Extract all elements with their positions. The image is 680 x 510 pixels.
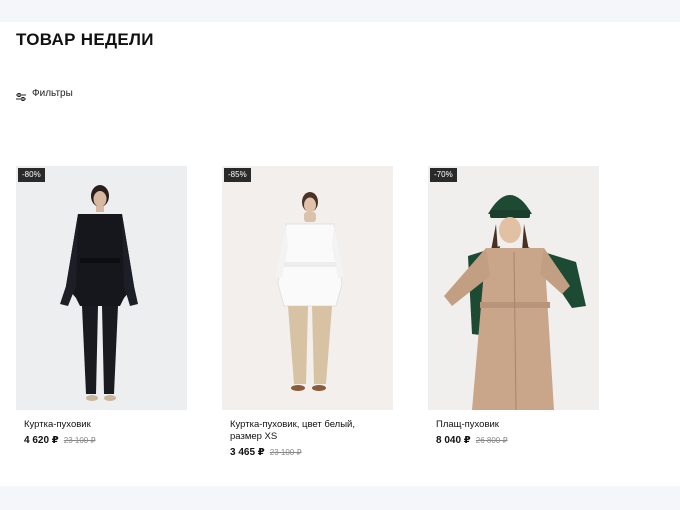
product-image[interactable]: -80%: [16, 166, 187, 410]
discount-badge: -70%: [430, 168, 457, 182]
product-prices: 4 620 ₽ 23 100 ₽: [16, 435, 187, 446]
product-price: 4 620 ₽: [24, 435, 59, 446]
filters-label: Фильтры: [32, 88, 73, 99]
product-name[interactable]: Куртка-пуховик, цвет белый, размер XS: [222, 419, 372, 443]
product-price: 3 465 ₽: [230, 447, 265, 458]
product-image[interactable]: -70%: [428, 166, 599, 410]
woman-white-puffer-jacket-image: [222, 166, 393, 410]
product-prices: 8 040 ₽ 26 800 ₽: [428, 435, 599, 446]
product-name[interactable]: Куртка-пуховик: [16, 419, 166, 431]
top-band: [0, 0, 680, 22]
woman-black-puffer-jacket-image: [16, 166, 187, 410]
product-card[interactable]: -80% Куртка-пуховик 4 620 ₽ 23 100 ₽: [16, 166, 187, 458]
sliders-icon: [16, 89, 26, 101]
woman-beige-coat-green-hat-image: [428, 166, 599, 410]
discount-badge: -85%: [224, 168, 251, 182]
product-name[interactable]: Плащ-пуховик: [428, 419, 578, 431]
product-prices: 3 465 ₽ 23 100 ₽: [222, 447, 393, 458]
bottom-band: [0, 486, 680, 510]
product-card[interactable]: -70% Плащ-пуховик 8 040 ₽ 26 800 ₽: [428, 166, 599, 458]
product-old-price: 26 800 ₽: [475, 436, 508, 445]
filters-button[interactable]: Фильтры: [16, 88, 73, 101]
product-old-price: 23 100 ₽: [63, 436, 96, 445]
product-image[interactable]: -85%: [222, 166, 393, 410]
discount-badge: -80%: [18, 168, 45, 182]
product-old-price: 23 100 ₽: [269, 448, 302, 457]
product-grid: -80% Куртка-пуховик 4 620 ₽ 23 100 ₽ -85…: [16, 166, 599, 458]
page-title: ТОВАР НЕДЕЛИ: [16, 30, 154, 49]
product-card[interactable]: -85% Куртка-пуховик, цвет белый, размер …: [222, 166, 393, 458]
product-price: 8 040 ₽: [436, 435, 471, 446]
